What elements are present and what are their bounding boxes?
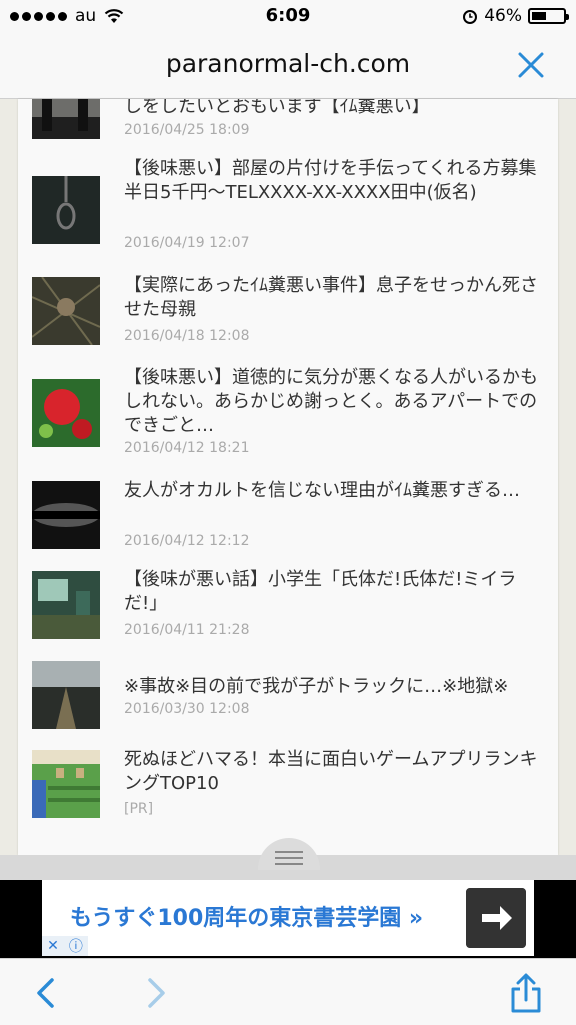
article-title: 【後味が悪い話】小学生「氏体だ!氏体だ!ミイラだ!」 (124, 569, 517, 614)
article-list: しをしたいとおもいます【ｲﾑ糞悪い】 2016/04/25 18:09 【後味悪… (18, 99, 558, 855)
arrow-right-icon[interactable] (466, 888, 526, 948)
ad-close-icon[interactable]: ✕ (47, 938, 59, 954)
article-date: 2016/04/19 12:07 (124, 235, 250, 251)
forest-face-image (32, 277, 100, 345)
noose-image (32, 176, 100, 244)
red-flower-image (32, 379, 100, 447)
battery-percent: 46% (484, 6, 522, 26)
road-image (32, 661, 100, 729)
ad-text[interactable]: もうすぐ100周年の東京書芸学園 » (70, 900, 423, 932)
article-date: 2016/04/12 18:21 (124, 440, 250, 456)
chevron-right-icon[interactable] (144, 977, 168, 1009)
article-title: 【後味悪い】道徳的に気分が悪くなる人がいるかもしれない。あらかじめ謝っとく。ある… (124, 367, 538, 436)
close-icon[interactable] (516, 50, 546, 80)
article-title: ※事故※目の前で我が子がトラックに…※地獄※ (124, 676, 509, 697)
article-title: しをしたいとおもいます【ｲﾑ糞悪い】 (124, 99, 430, 117)
article-date: 2016/04/12 12:12 (124, 533, 250, 549)
domain-label[interactable]: paranormal-ch.com (0, 49, 576, 78)
article-date: 2016/04/11 21:28 (124, 622, 250, 638)
article-date: 2016/03/30 12:08 (124, 701, 250, 717)
menu-icon (275, 851, 303, 869)
bottom-toolbar (0, 958, 576, 1025)
battery-icon (528, 8, 569, 24)
pixel-game-image (32, 750, 100, 818)
pr-label: [PR] (124, 801, 154, 817)
ad-banner[interactable]: もうすぐ100周年の東京書芸学園 » ✕ ⓘ (0, 880, 576, 958)
article-date: 2016/04/18 12:08 (124, 328, 250, 344)
status-bar: au 6:09 46% (0, 0, 576, 34)
chevron-left-icon[interactable] (34, 977, 58, 1009)
address-bar: paranormal-ch.com (0, 34, 576, 99)
dark-cloud-image (32, 481, 100, 549)
article-title: 【実際にあったｲﾑ糞悪い事件】息子をせっかん死させた母親 (124, 275, 538, 320)
ad-content[interactable]: もうすぐ100周年の東京書芸学園 » (42, 880, 534, 956)
article-date: 2016/04/25 18:09 (124, 122, 250, 138)
classroom-image (32, 571, 100, 639)
silhouette-image (32, 99, 100, 139)
article-title: 【後味悪い】部屋の片付けを手伝ってくれる方募集半日5千円〜TELXXXX-XX-… (124, 158, 537, 203)
ad-info-icon[interactable]: ⓘ (69, 936, 83, 956)
ad-choices[interactable]: ✕ ⓘ (42, 936, 88, 956)
article-title: 友人がオカルトを信じない理由がｲﾑ糞悪すぎる… (124, 480, 520, 501)
share-icon[interactable] (508, 973, 544, 1013)
alarm-icon (463, 10, 478, 24)
article-title: 死ぬほどハマる！本当に面白いゲームアプリランキングTOP10 (124, 749, 538, 794)
